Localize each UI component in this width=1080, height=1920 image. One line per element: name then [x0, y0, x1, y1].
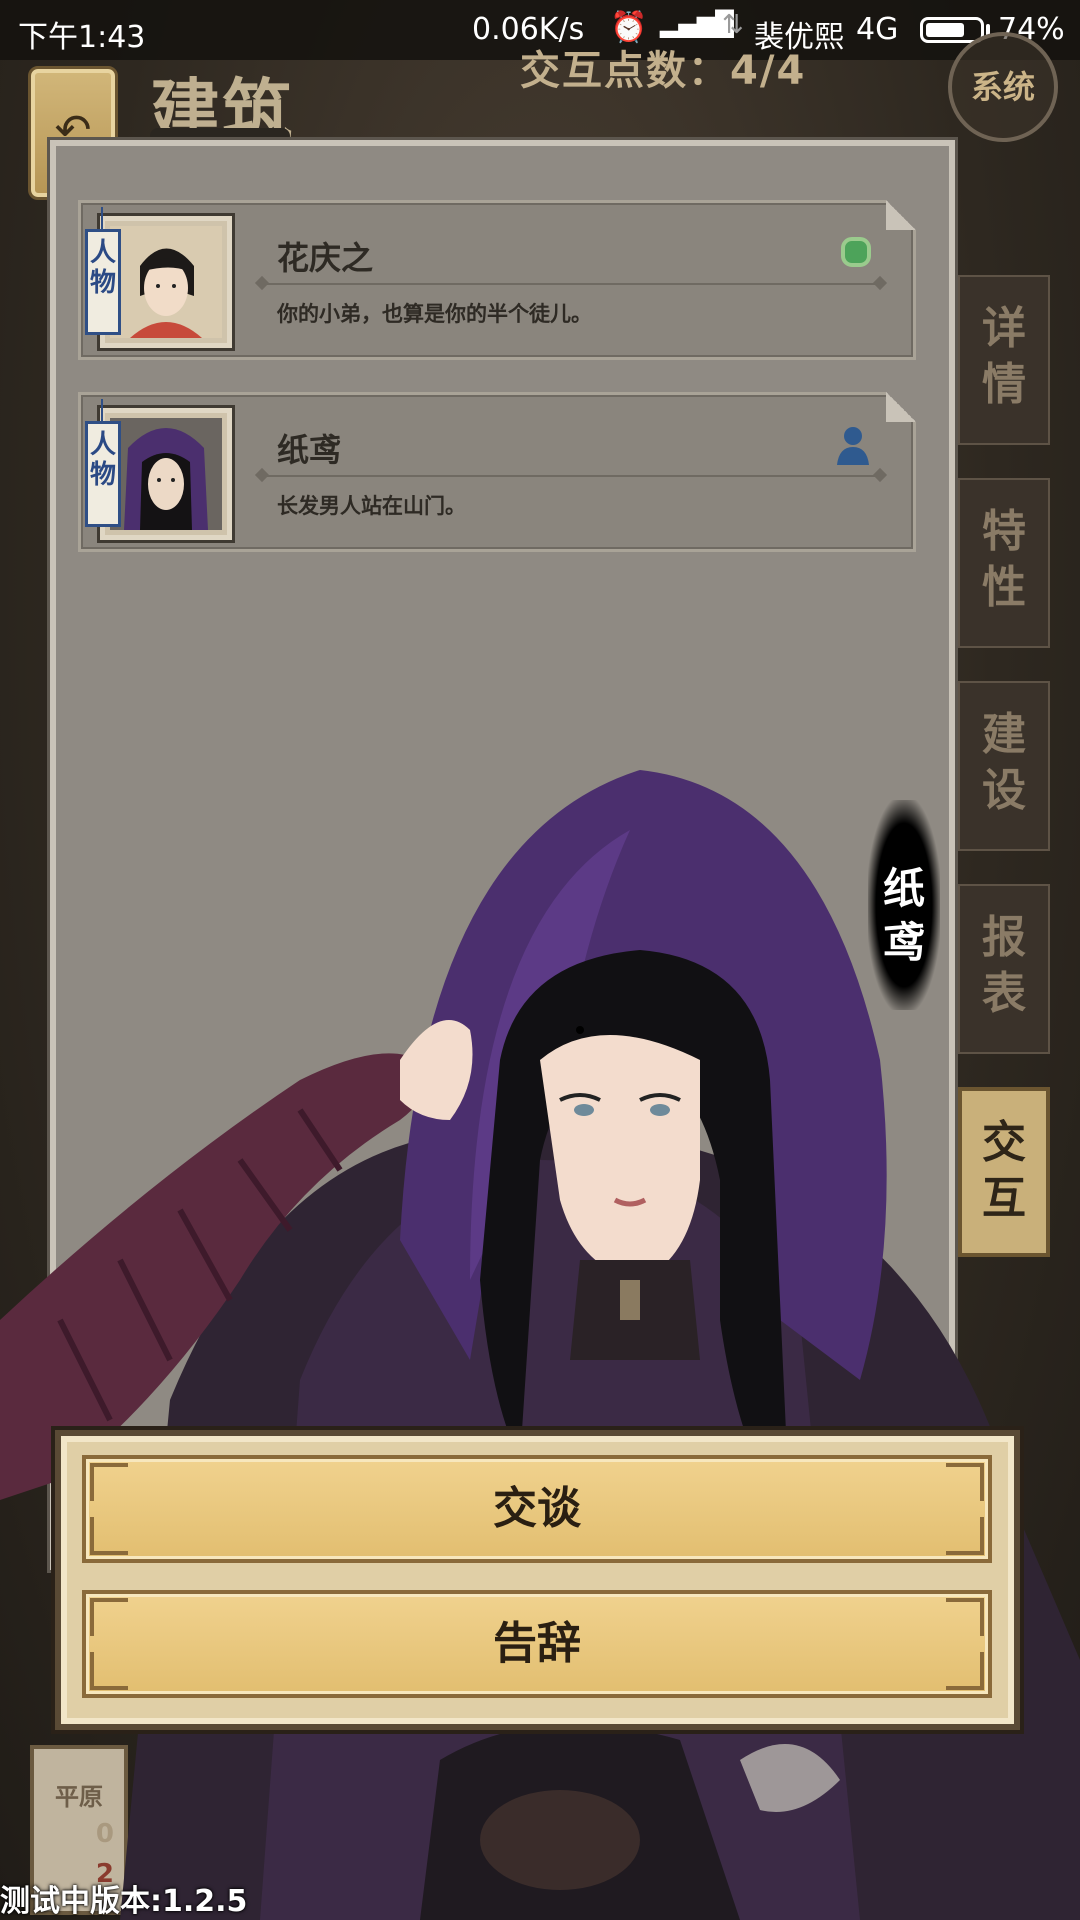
tab-label: 特 性 — [982, 506, 1026, 613]
divider — [261, 475, 881, 477]
character-description: 长发男人站在山门。 — [277, 494, 466, 518]
corner-ornament — [90, 1652, 128, 1690]
portrait-zhiyuan — [110, 418, 222, 530]
portrait-huaqingzhi — [110, 226, 222, 338]
tab-details[interactable]: 详 情 — [958, 275, 1050, 445]
corner-ornament — [90, 1517, 128, 1555]
corner-ornament — [946, 1598, 984, 1636]
speaker-name-char: 鸢 — [882, 918, 925, 967]
divider — [261, 283, 881, 285]
card-fold-corner — [886, 200, 916, 230]
interaction-points: 交互点数：4/4 — [520, 48, 807, 94]
tag-string — [101, 207, 103, 231]
corner-ornament — [946, 1652, 984, 1690]
corner-ornament — [90, 1598, 128, 1636]
character-name: 花庆之 — [277, 239, 374, 277]
green-dot-icon — [841, 237, 871, 267]
farewell-button[interactable]: 告辞 — [82, 1590, 992, 1698]
talk-button-label: 交谈 — [493, 1483, 581, 1534]
character-card[interactable]: 人物 纸鸢 长发男人站在山门。 — [78, 392, 916, 552]
farewell-button-label: 告辞 — [493, 1618, 581, 1669]
talk-button[interactable]: 交谈 — [82, 1455, 992, 1563]
speaker-name: 纸鸢 — [876, 862, 932, 970]
person-icon — [837, 427, 869, 465]
version-label: 测试中版本:1.2.5 — [0, 1884, 248, 1919]
character-name: 纸鸢 — [277, 431, 342, 469]
corner-ornament — [90, 1463, 128, 1501]
character-tag: 人物 — [85, 421, 121, 527]
tab-traits[interactable]: 特 性 — [958, 478, 1050, 648]
battery-fill — [926, 23, 964, 37]
corner-ornament — [946, 1463, 984, 1501]
card-fold-corner — [886, 392, 916, 422]
system-button[interactable]: 系统 — [948, 32, 1058, 142]
data-transfer-icon: ⇅ — [722, 10, 744, 40]
tag-string — [101, 399, 103, 423]
speaker-nameplate: 纸鸢 — [868, 800, 940, 1010]
network-type: 4G — [856, 12, 899, 47]
tab-label: 详 情 — [982, 303, 1026, 410]
character-tag: 人物 — [85, 229, 121, 335]
character-description: 你的小弟，也算是你的半个徒儿。 — [277, 302, 592, 326]
speaker-name-char: 纸 — [882, 864, 925, 913]
corner-ornament — [946, 1517, 984, 1555]
status-time: 下午1:43 — [18, 20, 146, 55]
character-card[interactable]: 人物 花庆之 你的小弟，也算是你的半个徒儿。 — [78, 200, 916, 360]
